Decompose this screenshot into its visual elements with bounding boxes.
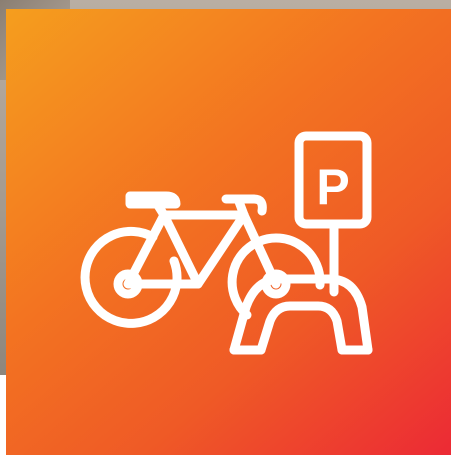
parking-letter: P bbox=[316, 159, 349, 215]
bicycle-parking-icon: P bbox=[6, 9, 451, 455]
bike-rack-icon bbox=[229, 274, 373, 355]
bicycle-frame-icon bbox=[123, 191, 281, 289]
bike-parking-graphic: P bbox=[0, 0, 451, 455]
